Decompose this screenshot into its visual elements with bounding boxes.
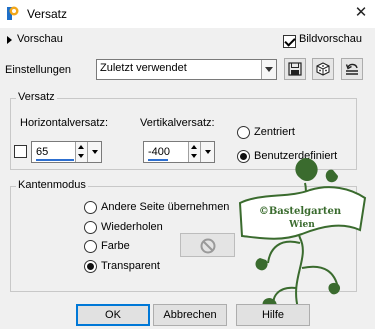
reset-button[interactable] [341,58,363,80]
kantenmodus-group-title: Kantenmodus [16,179,88,191]
slider-dropdown-button[interactable] [200,142,214,162]
horizontal-offset-stepper[interactable]: 65 [31,141,102,163]
bastelgarten-watermark: ©Bastelgarten Wien [238,158,367,312]
slider-indicator [148,159,168,161]
undo-icon [345,63,358,75]
spin-buttons[interactable] [188,142,200,162]
horizontal-offset-value[interactable]: 65 [36,146,48,158]
horizontal-offset-label: Horizontalversatz: [20,117,109,129]
disabled-icon [200,238,216,254]
window-title: Versatz [27,7,68,21]
vertical-offset-label: Vertikalversatz: [140,117,215,129]
chevron-down-icon[interactable] [261,60,276,79]
versatz-group-title: Versatz [16,91,57,103]
expand-arrow-icon[interactable] [7,36,12,44]
slider-dropdown-button[interactable] [87,142,101,162]
zentriert-label[interactable]: Zentriert [254,126,295,138]
edge-label-wiederholen[interactable]: Wiederholen [101,221,163,233]
edge-color-swatch[interactable] [180,233,235,257]
vertical-offset-value[interactable]: -400 [148,146,170,158]
edge-label-transparent[interactable]: Transparent [101,260,160,272]
bildvorschau-label[interactable]: Bildvorschau [299,33,362,45]
zentriert-radio[interactable] [237,126,250,139]
floppy-icon [288,62,302,76]
preset-dropdown[interactable]: Zuletzt verwendet [96,59,277,80]
edge-radio-farbe[interactable] [84,240,97,253]
settings-label: Einstellungen [5,64,72,76]
slider-indicator [36,159,74,161]
watermark-line1: ©Bastelgarten [259,206,342,217]
help-button[interactable]: Hilfe [236,304,310,326]
preview-toggle[interactable]: Vorschau [17,33,63,45]
spin-down-icon[interactable] [191,154,197,158]
edge-label-andere-seite[interactable]: Andere Seite übernehmen [101,201,229,213]
edge-label-farbe[interactable]: Farbe [101,240,130,252]
close-icon[interactable]: ✕ [352,4,370,22]
watermark-line2: Wien [288,220,315,230]
edge-radio-wiederholen[interactable] [84,221,97,234]
app-icon [7,6,19,20]
spin-up-icon[interactable] [78,145,84,149]
ok-button[interactable]: OK [76,304,150,326]
spin-buttons[interactable] [75,142,87,162]
bildvorschau-checkbox[interactable] [283,35,296,48]
spin-up-icon[interactable] [191,145,197,149]
vertical-offset-stepper[interactable]: -400 [143,141,215,163]
edge-radio-transparent[interactable] [84,260,97,273]
spin-down-icon[interactable] [78,154,84,158]
random-button[interactable] [312,58,334,80]
dice-icon [316,62,330,76]
cancel-button[interactable]: Abbrechen [153,304,227,326]
preset-value: Zuletzt verwendet [100,62,187,74]
link-offsets-checkbox[interactable] [14,145,27,158]
save-preset-button[interactable] [284,58,306,80]
edge-radio-andere-seite[interactable] [84,201,97,214]
